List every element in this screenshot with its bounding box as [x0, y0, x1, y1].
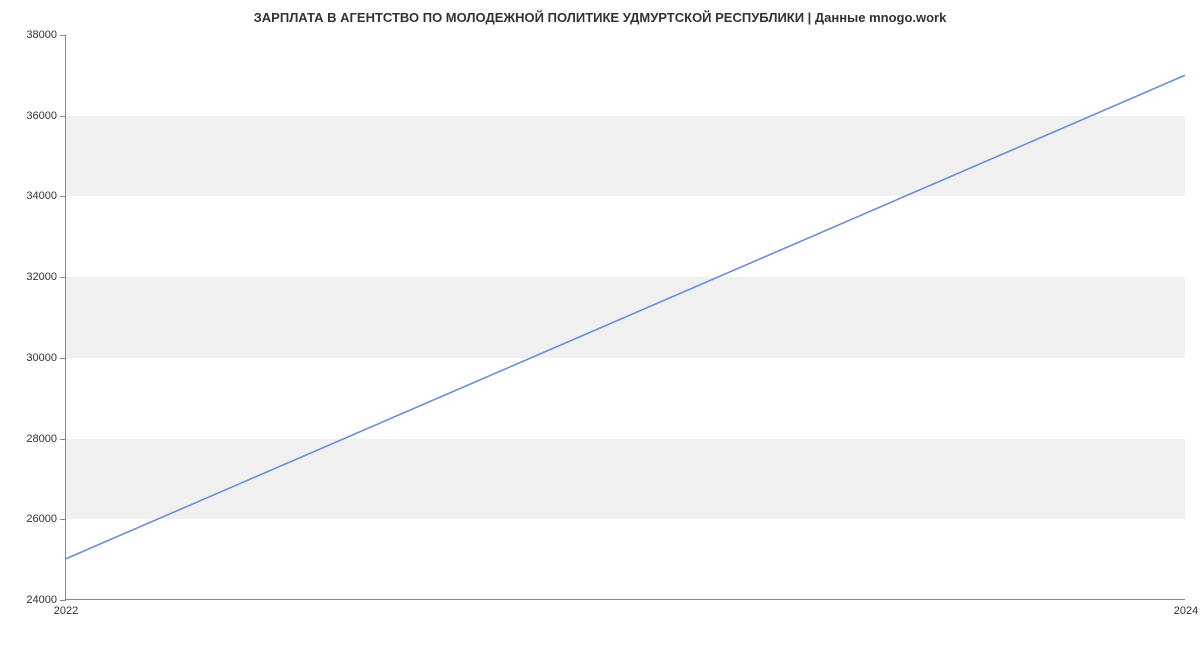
- y-tick-label: 24000: [26, 594, 57, 606]
- chart-title: ЗАРПЛАТА В АГЕНТСТВО ПО МОЛОДЕЖНОЙ ПОЛИТ…: [0, 10, 1200, 25]
- y-tick-label: 30000: [26, 352, 57, 364]
- y-tick-label: 38000: [26, 29, 57, 41]
- y-tick-label: 34000: [26, 190, 57, 202]
- y-tick-label: 28000: [26, 433, 57, 445]
- y-tick-label: 36000: [26, 110, 57, 122]
- y-tick-label: 26000: [26, 513, 57, 525]
- x-tick-label: 2024: [1174, 605, 1198, 617]
- chart-line-svg: [66, 35, 1185, 599]
- x-tick-label: 2022: [54, 605, 78, 617]
- plot-area: 2400026000280003000032000340003600038000…: [65, 35, 1185, 600]
- data-line: [66, 75, 1185, 558]
- y-tick-label: 32000: [26, 271, 57, 283]
- y-tick: [60, 600, 66, 601]
